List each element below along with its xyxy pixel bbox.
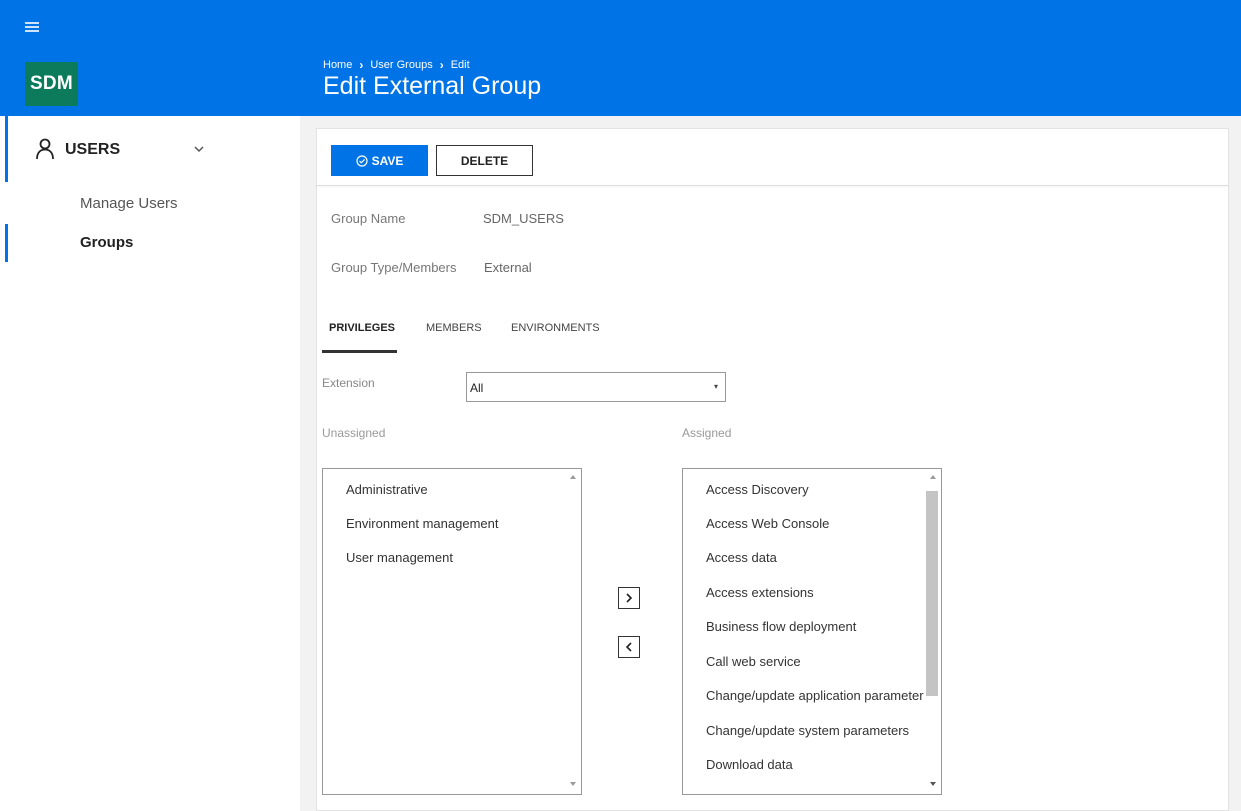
- assign-button[interactable]: [618, 587, 640, 609]
- list-item[interactable]: Access data: [706, 550, 777, 565]
- list-item[interactable]: Call web service: [706, 654, 801, 669]
- group-type-value: External: [484, 260, 532, 275]
- scroll-down-icon[interactable]: [570, 782, 576, 786]
- list-item[interactable]: Administrative: [346, 482, 428, 497]
- user-icon: [36, 138, 54, 160]
- tab-privileges[interactable]: PRIVILEGES: [329, 322, 395, 334]
- chevron-right-icon: ›: [359, 58, 364, 72]
- sidebar-section-users[interactable]: USERS: [5, 116, 300, 182]
- scroll-thumb[interactable]: [926, 491, 938, 696]
- save-button[interactable]: SAVE: [331, 145, 428, 176]
- list-item[interactable]: Access Discovery: [706, 482, 809, 497]
- save-label: SAVE: [371, 153, 404, 168]
- scroll-up-icon[interactable]: [570, 475, 576, 479]
- page-title: Edit External Group: [323, 72, 542, 100]
- sidebar-item-groups[interactable]: Groups: [80, 234, 133, 251]
- extension-label: Extension: [322, 376, 375, 390]
- group-name-value: SDM_USERS: [483, 211, 564, 226]
- sidebar: USERS Manage Users Groups: [0, 116, 300, 811]
- list-item[interactable]: Change/update system parameters: [706, 723, 909, 738]
- extension-select-value: All: [470, 381, 484, 395]
- scroll-up-icon[interactable]: [930, 475, 936, 479]
- chevron-left-icon: [625, 642, 632, 652]
- assigned-label: Assigned: [682, 426, 732, 440]
- chevron-right-icon: ›: [439, 58, 444, 72]
- list-item[interactable]: Download data: [706, 757, 793, 772]
- unassigned-list[interactable]: Administrative Environment management Us…: [322, 468, 582, 795]
- logo: SDM: [25, 62, 78, 106]
- tab-members[interactable]: MEMBERS: [426, 322, 482, 334]
- caret-down-icon: ▾: [713, 382, 718, 391]
- list-item[interactable]: Access Web Console: [706, 516, 829, 531]
- unassigned-label: Unassigned: [322, 426, 386, 440]
- list-item[interactable]: Environment management: [346, 516, 498, 531]
- unassigned-scrollbar[interactable]: [564, 469, 581, 794]
- hamburger-icon[interactable]: [25, 22, 39, 32]
- sidebar-section-label: USERS: [65, 141, 121, 158]
- chevron-down-icon[interactable]: [192, 142, 206, 156]
- assigned-list[interactable]: Access Discovery Access Web Console Acce…: [682, 468, 942, 795]
- list-item[interactable]: User management: [346, 550, 453, 565]
- scroll-down-icon[interactable]: [930, 782, 936, 786]
- breadcrumb-edit: Edit: [450, 59, 470, 71]
- active-indicator: [5, 224, 8, 262]
- unassign-button[interactable]: [618, 636, 640, 658]
- breadcrumb-home[interactable]: Home: [323, 59, 352, 71]
- active-tab-indicator: [322, 350, 397, 353]
- sidebar-item-manage-users[interactable]: Manage Users: [80, 195, 178, 212]
- check-circle-icon: [355, 154, 368, 167]
- group-name-label: Group Name: [331, 211, 406, 226]
- list-item[interactable]: Access extensions: [706, 585, 814, 600]
- list-item[interactable]: Business flow deployment: [706, 619, 856, 634]
- list-item[interactable]: Change/update application parameter: [706, 688, 924, 703]
- breadcrumb-user-groups[interactable]: User Groups: [370, 59, 432, 71]
- tab-environments[interactable]: ENVIRONMENTS: [511, 322, 600, 334]
- extension-select[interactable]: All ▾: [466, 372, 726, 402]
- group-type-label: Group Type/Members: [331, 260, 457, 275]
- assigned-scrollbar[interactable]: [924, 469, 941, 794]
- toolbar-divider: [316, 185, 1229, 186]
- chevron-right-icon: [626, 593, 633, 603]
- breadcrumb: Home › User Groups › Edit: [323, 58, 470, 72]
- app-header: SDM Home › User Groups › Edit Edit Exter…: [0, 0, 1241, 116]
- delete-button[interactable]: DELETE: [436, 145, 533, 176]
